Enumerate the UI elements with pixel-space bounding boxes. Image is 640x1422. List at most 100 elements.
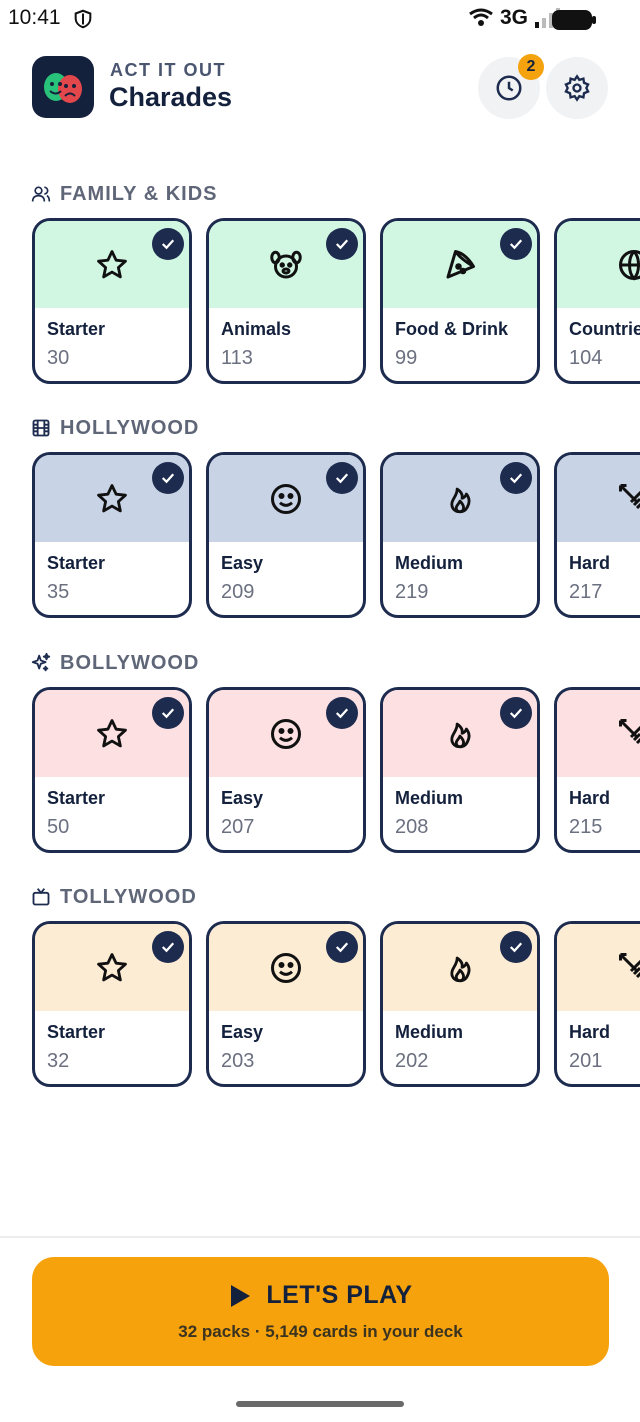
card-banner (35, 221, 189, 308)
check-icon (152, 931, 184, 963)
battery-icon (552, 10, 596, 30)
footer-divider (0, 1236, 640, 1238)
card-banner (209, 690, 363, 777)
card-count: 202 (395, 1050, 429, 1072)
check-icon (500, 462, 532, 494)
play-label: LET'S PLAY (266, 1281, 413, 1309)
card-count: 219 (395, 581, 429, 603)
check-icon (326, 697, 358, 729)
swords-icon (619, 952, 640, 978)
pack-card[interactable]: Starter 35 (32, 452, 192, 618)
card-name: Medium (395, 1022, 464, 1042)
pack-card[interactable]: Animals 113 (206, 218, 366, 384)
card-name: Starter (47, 1022, 106, 1042)
check-icon (152, 228, 184, 260)
card-name: Starter (47, 319, 106, 339)
card-count: 113 (221, 347, 253, 369)
card-banner (557, 924, 640, 1011)
card-name: Easy (221, 553, 264, 573)
app-subtitle: ACT IT OUT (110, 60, 226, 80)
card-count: 50 (47, 816, 70, 838)
card-name: Easy (221, 1022, 264, 1042)
card-banner (35, 455, 189, 542)
home-indicator[interactable] (236, 1401, 404, 1407)
section-header: BOLLYWOOD (30, 649, 199, 677)
card-name: Countrie (569, 319, 640, 339)
card-row: Starter 50 Easy 207 Medium 208 Hard 215 (32, 687, 640, 855)
tv-icon (30, 886, 52, 908)
card-row: Starter 32 Easy 203 Medium 202 Hard 201 (32, 921, 640, 1089)
app-title: Charades (109, 82, 233, 112)
pizza-icon (446, 249, 475, 278)
card-banner (209, 455, 363, 542)
pack-card[interactable]: Starter 30 (32, 218, 192, 384)
card-name: Easy (221, 788, 264, 808)
settings-button[interactable] (546, 57, 608, 119)
card-banner (557, 221, 640, 308)
card-name: Hard (569, 788, 611, 808)
check-icon (500, 697, 532, 729)
pack-card[interactable]: Hard 217 (554, 452, 640, 618)
pack-card[interactable]: Easy 209 (206, 452, 366, 618)
card-banner (209, 221, 363, 308)
lets-play-button[interactable]: LET'S PLAY 32 packs · 5,149 cards in you… (32, 1257, 609, 1366)
card-row: Starter 35 Easy 209 Medium 219 Hard 217 (32, 452, 640, 620)
status-time: 10:41 (8, 6, 61, 29)
pack-card[interactable]: Easy 203 (206, 921, 366, 1087)
deck-summary: 32 packs · 5,149 cards in your deck (178, 1322, 463, 1341)
swords-icon (619, 718, 640, 744)
card-banner (209, 924, 363, 1011)
check-icon (326, 462, 358, 494)
status-right: 3G (468, 6, 560, 30)
wifi-icon (469, 8, 493, 26)
card-count: 209 (221, 581, 255, 603)
status-bar: 10:41 3G (0, 0, 640, 38)
check-icon (326, 228, 358, 260)
card-banner (557, 690, 640, 777)
section-title: FAMILY & KIDS (60, 182, 218, 205)
section-header: FAMILY & KIDS (30, 180, 217, 208)
pack-card[interactable]: Starter 50 (32, 687, 192, 853)
pack-card[interactable]: Medium 202 (380, 921, 540, 1087)
card-count: 208 (395, 816, 429, 838)
card-banner (383, 924, 537, 1011)
check-icon (326, 931, 358, 963)
sparkles-icon (30, 652, 52, 674)
card-count: 215 (569, 816, 603, 838)
check-icon (500, 228, 532, 260)
pack-card[interactable]: Food & Drink 99 (380, 218, 540, 384)
network-type: 3G (499, 6, 528, 29)
card-count: 217 (569, 581, 603, 603)
star-icon (97, 952, 127, 981)
card-banner (557, 455, 640, 542)
card-count: 35 (47, 581, 70, 603)
section-title: BOLLYWOOD (60, 651, 200, 674)
charades-home-screen: 10:41 3G ACT IT OUT Charades 2 FAMILY & … (0, 0, 640, 1422)
check-icon (500, 931, 532, 963)
check-icon (152, 697, 184, 729)
play-icon (231, 1284, 251, 1307)
pack-card[interactable]: Medium 219 (380, 452, 540, 618)
pack-card[interactable]: Easy 207 (206, 687, 366, 853)
flame-icon (450, 722, 471, 748)
app-logo (32, 56, 94, 118)
pack-card[interactable]: Medium 208 (380, 687, 540, 853)
card-name: Medium (395, 553, 464, 573)
gear-icon (564, 74, 590, 102)
play-row: LET'S PLAY (32, 1281, 609, 1310)
pack-card[interactable]: Countrie 104 (554, 218, 640, 384)
card-count: 104 (569, 347, 603, 369)
card-count: 32 (47, 1050, 70, 1072)
section-header: HOLLYWOOD (30, 414, 199, 442)
card-banner (35, 690, 189, 777)
smile-icon (271, 952, 301, 983)
pack-card[interactable]: Hard 201 (554, 921, 640, 1087)
history-count-badge: 2 (518, 54, 544, 80)
card-name: Food & Drink (395, 319, 508, 339)
card-banner (383, 690, 537, 777)
pack-card[interactable]: Starter 32 (32, 921, 192, 1087)
card-name: Medium (395, 788, 464, 808)
pack-card[interactable]: Hard 215 (554, 687, 640, 853)
star-icon (97, 718, 127, 747)
star-icon (97, 483, 127, 512)
